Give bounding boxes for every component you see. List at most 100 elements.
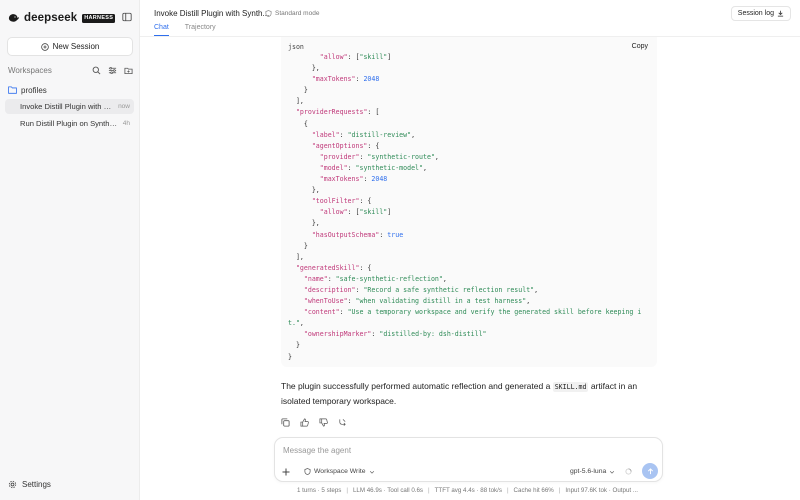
attach-plus-icon[interactable]	[282, 468, 290, 476]
code-token: "maxTokens"	[311, 75, 356, 84]
brand-logo[interactable]: deepseek HARNESS	[8, 11, 116, 25]
session-item[interactable]: Invoke Distill Plugin with Sy... now	[5, 99, 134, 114]
code-token: "maxTokens"	[319, 175, 364, 184]
code-token: "safe-synthetic-reflection"	[335, 274, 443, 283]
tab-trajectory[interactable]: Trajectory	[185, 24, 216, 36]
code-line: "agentOptions": {	[288, 141, 641, 152]
mode-label: Standard mode	[275, 10, 320, 17]
copy-button[interactable]: Copy	[632, 43, 648, 50]
code-line: }	[288, 85, 641, 96]
status-separator: |	[506, 487, 509, 494]
sidebar-toggle-icon[interactable]	[122, 12, 132, 22]
sidebar: deepseek HARNESS New Session Workspaces	[0, 0, 140, 500]
folder-item-profiles[interactable]: profiles	[8, 85, 47, 95]
code-token: :	[339, 130, 348, 139]
brand-badge: HARNESS	[82, 13, 116, 23]
assistant-message: The plugin successfully performed automa…	[281, 379, 657, 408]
code-language: json	[288, 43, 304, 51]
model-select[interactable]: gpt-5.6-luna	[570, 468, 615, 475]
context-usage-icon	[625, 468, 632, 475]
copy-icon[interactable]	[281, 418, 290, 427]
tab-chat[interactable]: Chat	[154, 24, 169, 36]
code-line: "generatedSkill": {	[288, 263, 641, 274]
code-token: "allow"	[319, 53, 348, 61]
code-token: "distilled-by: dsh-distill"	[379, 330, 487, 339]
session-log-button[interactable]: Session log	[730, 6, 791, 21]
branch-icon[interactable]	[338, 418, 347, 427]
session-item[interactable]: Run Distill Plugin on Syntheti... 4h	[5, 116, 134, 131]
new-folder-icon[interactable]	[124, 66, 133, 75]
code-token: ,	[434, 152, 439, 161]
message-input[interactable]: Message the agent	[283, 446, 351, 455]
new-session-label: New Session	[52, 42, 100, 51]
code-token: }	[288, 86, 308, 95]
filter-icon[interactable]	[108, 66, 117, 75]
send-button[interactable]	[642, 463, 658, 479]
code-token: "Record a safe synthetic reflection resu…	[363, 285, 535, 294]
code-token: ]	[387, 208, 392, 217]
code-line: }	[288, 241, 641, 252]
code-token: "when validating distill in a test harne…	[355, 297, 527, 306]
code-line: "label": "distill-review",	[288, 130, 641, 141]
code-token: ],	[288, 97, 304, 106]
thumbs-up-icon[interactable]	[300, 418, 309, 427]
code-token: "Use a temporary workspace and verify th…	[347, 308, 642, 317]
code-token: "whenToUse"	[303, 297, 348, 306]
thumbs-down-icon[interactable]	[319, 418, 328, 427]
code-block: json Copy "allow": ["skill"] }, "maxToke…	[281, 37, 657, 367]
code-token: :	[347, 163, 356, 172]
code-token: }	[288, 241, 308, 250]
workspace-mode-label: Workspace Write	[314, 468, 366, 475]
code-token: "toolFilter"	[311, 197, 360, 206]
code-line: t.",	[288, 318, 641, 329]
workspace-mode-select[interactable]: Workspace Write	[304, 468, 375, 475]
workspaces-header: Workspaces	[8, 65, 133, 75]
code-content: "allow": ["skill"] }, "maxTokens": 2048 …	[288, 52, 641, 363]
session-title: Run Distill Plugin on Syntheti...	[20, 119, 119, 128]
code-line: },	[288, 63, 641, 74]
status-steps: 1 turns · 5 steps	[297, 487, 342, 494]
code-token: ,	[411, 130, 416, 139]
status-tokens: Input 97.6K tok · Output ...	[565, 487, 638, 494]
code-token: "name"	[303, 274, 328, 283]
code-line: "providerRequests": [	[288, 107, 641, 118]
code-token: t."	[288, 319, 300, 328]
code-token: "content"	[303, 308, 340, 317]
code-token: ,	[534, 285, 539, 294]
conversation-title: Invoke Distill Plugin with Synth...	[154, 9, 270, 18]
settings-button[interactable]: Settings	[8, 479, 51, 489]
code-token: 2048	[363, 75, 380, 84]
whale-logo-icon	[8, 14, 19, 22]
session-log-label: Session log	[737, 10, 774, 17]
new-session-button[interactable]: New Session	[7, 37, 133, 56]
code-token: "agentOptions"	[311, 141, 368, 150]
code-token: ,	[526, 297, 531, 306]
status-bar: 1 turns · 5 steps | LLM 46.9s · Tool cal…	[297, 487, 638, 494]
message-text: The plugin successfully performed automa…	[281, 381, 553, 391]
code-token: ,	[423, 163, 427, 172]
code-token: },	[288, 219, 320, 228]
code-token: ,	[299, 319, 304, 328]
status-separator: |	[346, 487, 348, 494]
code-token: "description"	[303, 285, 356, 294]
shield-icon	[265, 10, 272, 17]
code-token: "providerRequests"	[295, 108, 368, 117]
folder-label: profiles	[21, 85, 47, 95]
code-token: },	[288, 64, 320, 73]
code-line: },	[288, 185, 641, 196]
code-line: "content": "Use a temporary workspace an…	[288, 307, 641, 318]
code-line: "allow": ["skill"]	[288, 52, 641, 63]
code-line: "hasOutputSchema": true	[288, 230, 641, 241]
code-token: true	[387, 230, 404, 239]
code-token: "allow"	[319, 208, 348, 217]
search-icon[interactable]	[92, 66, 101, 75]
